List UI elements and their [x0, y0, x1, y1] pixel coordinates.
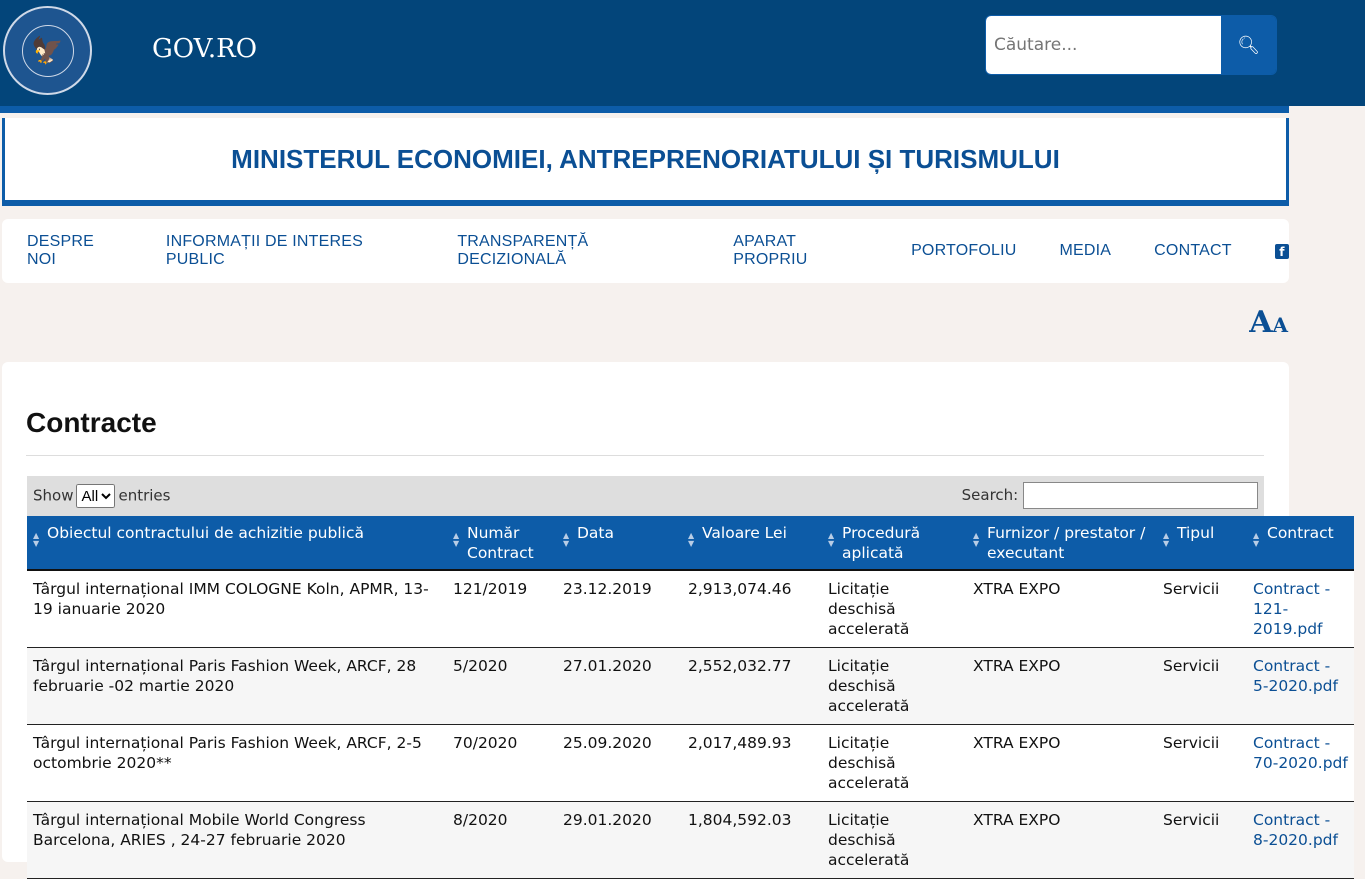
cell-contract: Contract - 5-2020.pdf [1247, 647, 1354, 725]
cell-procedura: Licitație deschisă accelerată [822, 570, 967, 648]
site-search: 🔍︎ [985, 15, 1277, 75]
font-size-controls: AA [1249, 305, 1288, 340]
sort-icon: ▲ ▼ [33, 531, 40, 548]
nav-despre-noi[interactable]: DESPRE NOI [27, 233, 123, 269]
column-header[interactable]: ▲ ▼ Tipul [1157, 516, 1247, 571]
sort-icon: ▲ ▼ [1163, 531, 1170, 548]
cell-furnizor: XTRA EXPO [967, 801, 1157, 879]
cell-obiect: Târgul internațional Mobile World Congre… [27, 801, 447, 879]
cell-furnizor: XTRA EXPO [967, 570, 1157, 648]
cell-procedura: Licitație deschisă accelerată [822, 724, 967, 802]
show-label: Show [33, 486, 74, 505]
contract-pdf-link[interactable]: Contract - 121-2019.pdf [1253, 580, 1330, 638]
contract-pdf-link[interactable]: Contract - 8-2020.pdf [1253, 811, 1338, 849]
page-title: Contracte [26, 407, 157, 438]
column-label: Tipul [1177, 524, 1215, 542]
cell-obiect: Târgul internațional Paris Fashion Week,… [27, 724, 447, 802]
nav-media[interactable]: MEDIA [1060, 242, 1112, 260]
cell-furnizor: XTRA EXPO [967, 647, 1157, 725]
sort-icon: ▲ ▼ [828, 531, 835, 548]
contract-pdf-link[interactable]: Contract - 5-2020.pdf [1253, 657, 1338, 695]
nav-transparenta[interactable]: TRANSPARENȚĂ DECIZIONALĂ [457, 233, 690, 269]
nav-informatii[interactable]: INFORMAȚII DE INTERES PUBLIC [166, 233, 414, 269]
top-bar: 🦅 GOV.RO 🔍︎ [0, 0, 1365, 106]
column-header[interactable]: ▲ ▼ Contract [1247, 516, 1354, 571]
cell-obiect: Târgul internațional Paris Fashion Week,… [27, 647, 447, 725]
cell-valoare: 2,552,032.77 [682, 647, 822, 725]
ministry-title: MINISTERUL ECONOMIEI, ANTREPRENORIATULUI… [2, 118, 1289, 206]
table-row: Târgul internațional Mobile World Congre… [27, 801, 1354, 879]
column-header[interactable]: ▲ ▼ Valoare Lei [682, 516, 822, 571]
column-header[interactable]: ▲ ▼ Procedură aplicată [822, 516, 967, 571]
column-header[interactable]: ▲ ▼ Număr Contract [447, 516, 557, 571]
cell-numar: 8/2020 [447, 801, 557, 879]
contracts-table: ▲ ▼ Obiectul contractului de achizitie pub… [27, 516, 1354, 879]
divider [26, 455, 1264, 456]
cell-valoare: 2,913,074.46 [682, 570, 822, 648]
sort-icon: ▲ ▼ [973, 531, 980, 548]
cell-valoare: 1,804,592.03 [682, 801, 822, 879]
column-label: Data [577, 524, 615, 542]
column-label: Obiectul contractului de achizitie publi… [47, 524, 364, 542]
column-header[interactable]: ▲ ▼ Furnizor / prestator / executant [967, 516, 1157, 571]
cell-valoare: 2,017,489.93 [682, 724, 822, 802]
table-row: Târgul internațional IMM COLOGNE Koln, A… [27, 570, 1354, 648]
column-label: Valoare Lei [702, 524, 787, 542]
contract-pdf-link[interactable]: Contract - 70-2020.pdf [1253, 734, 1348, 772]
cell-obiect: Târgul internațional IMM COLOGNE Koln, A… [27, 570, 447, 648]
facebook-icon[interactable]: f [1274, 243, 1289, 259]
sort-icon: ▲ ▼ [688, 531, 695, 548]
nav-portofoliu[interactable]: PORTOFOLIU [911, 242, 1016, 260]
nav-aparat-propriu[interactable]: APARAT PROPRIU [733, 233, 868, 269]
cell-data: 23.12.2019 [557, 570, 682, 648]
table-row: Târgul internațional Paris Fashion Week,… [27, 647, 1354, 725]
column-label: Contract [1267, 524, 1334, 542]
sort-icon: ▲ ▼ [453, 531, 460, 548]
eagle-icon: 🦅 [21, 24, 74, 77]
cell-data: 27.01.2020 [557, 647, 682, 725]
table-controls: Show All entries Search: [27, 476, 1264, 516]
cell-numar: 121/2019 [447, 570, 557, 648]
sort-icon: ▲ ▼ [563, 531, 570, 548]
cell-tip: Servicii [1157, 647, 1247, 725]
cell-contract: Contract - 70-2020.pdf [1247, 724, 1354, 802]
cell-tip: Servicii [1157, 724, 1247, 802]
column-label: Număr Contract [467, 524, 534, 562]
sort-icon: ▲ ▼ [1253, 531, 1260, 548]
column-label: Procedură aplicată [842, 524, 921, 562]
cell-contract: Contract - 8-2020.pdf [1247, 801, 1354, 879]
cell-tip: Servicii [1157, 801, 1247, 879]
government-seal-logo[interactable]: 🦅 [3, 6, 92, 95]
cell-contract: Contract - 121-2019.pdf [1247, 570, 1354, 648]
cell-data: 29.01.2020 [557, 801, 682, 879]
search-button[interactable]: 🔍︎ [1221, 16, 1276, 74]
column-header[interactable]: ▲ ▼ Obiectul contractului de achizitie pub… [27, 516, 447, 571]
table-row: Târgul internațional Paris Fashion Week,… [27, 724, 1354, 802]
cell-data: 25.09.2020 [557, 724, 682, 802]
cell-procedura: Licitație deschisă accelerată [822, 801, 967, 879]
search-icon: 🔍︎ [1237, 34, 1260, 55]
column-header[interactable]: ▲ ▼ Data [557, 516, 682, 571]
cell-procedura: Licitație deschisă accelerată [822, 647, 967, 725]
nav-contact[interactable]: CONTACT [1154, 242, 1232, 260]
decrease-font-button[interactable]: A [1272, 313, 1288, 337]
cell-numar: 5/2020 [447, 647, 557, 725]
entries-select[interactable]: All [76, 484, 116, 508]
brand-name[interactable]: GOV.RO [152, 34, 257, 64]
table-search-input[interactable] [1023, 482, 1258, 509]
divider [0, 106, 1289, 113]
main-nav: DESPRE NOI INFORMAȚII DE INTERES PUBLIC … [2, 219, 1289, 283]
column-label: Furnizor / prestator / executant [987, 524, 1146, 562]
search-label: Search: [961, 486, 1019, 504]
entries-label: entries [118, 486, 171, 505]
cell-furnizor: XTRA EXPO [967, 724, 1157, 802]
search-input[interactable] [986, 16, 1221, 74]
increase-font-button[interactable]: A [1249, 305, 1272, 340]
cell-numar: 70/2020 [447, 724, 557, 802]
cell-tip: Servicii [1157, 570, 1247, 648]
